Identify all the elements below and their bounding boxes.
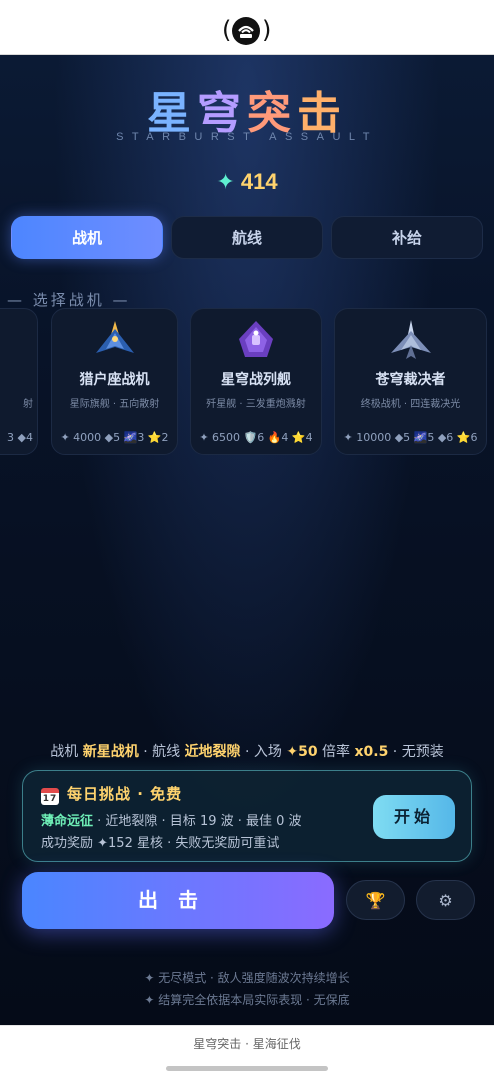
daily-challenge-title: 17 每日挑战 · 免费: [41, 785, 183, 805]
daily-challenge-details: 薄命远征 · 近地裂隙 · 目标 19 波 · 最佳 0 波: [41, 814, 302, 829]
currency-display: ✦ 414: [0, 169, 494, 195]
calendar-icon: 17: [41, 788, 59, 805]
tab-ships[interactable]: 战机: [11, 216, 163, 259]
ship-stats: ✦ 4000 ◆5 🌌3 ⭐2: [60, 431, 169, 444]
star-core-icon: ✦: [216, 169, 235, 195]
ship-battleship-icon: [235, 319, 277, 361]
ship-name: 苍穹裁决者: [375, 372, 446, 388]
section-label: — 选择战机 —: [7, 291, 131, 309]
ship-arbiter-icon: [390, 319, 432, 361]
game-subtitle: STARBURST ASSAULT: [116, 131, 378, 143]
footnote: ✦ 结算完全依据本局实际表现 · 无保底: [144, 993, 350, 1007]
home-indicator[interactable]: [166, 1066, 328, 1071]
ship-card-arbiter[interactable]: 苍穹裁决者 终极战机 · 四连裁决光 ✦ 10000 ◆5 🌌5 ◆6 ⭐6: [334, 308, 487, 455]
tab-supplies[interactable]: 补给: [331, 216, 483, 259]
daily-start-button[interactable]: 开始: [373, 795, 455, 839]
ship-card-battleship[interactable]: 星穹战列舰 歼星舰 · 三发重炮溅射 ✦ 6500 🛡️6 🔥4 ⭐4: [190, 308, 322, 455]
settings-gear-icon[interactable]: ⚙: [416, 880, 475, 920]
bottom-bar: 星穹突击 · 星海征伐: [0, 1025, 494, 1080]
ship-desc: 星际旗舰 · 五向散射: [69, 399, 160, 410]
launch-button[interactable]: 出击: [22, 872, 334, 929]
footnote: ✦ 无尽模式 · 敌人强度随波次持续增长: [144, 971, 350, 985]
daily-challenge-reward: 成功奖励 ✦152 星核 · 失败无奖励可重试: [41, 836, 280, 851]
trophy-icon[interactable]: 🏆: [346, 880, 405, 920]
ship-stats: ✦ 6500 🛡️6 🔥4 ⭐4: [199, 431, 313, 444]
daily-challenge-panel: 17 每日挑战 · 免费 薄命远征 · 近地裂隙 · 目标 19 波 · 最佳 0…: [22, 770, 472, 862]
tab-bar: 战机 航线 补给: [11, 216, 483, 259]
top-status-bar: ( ): [0, 0, 494, 55]
ship-name: 星穹战列舰: [221, 372, 291, 388]
tab-routes[interactable]: 航线: [171, 216, 323, 259]
ship-card-partial[interactable]: 射 3 ◆4: [0, 308, 38, 455]
ship-name: 猎户座战机: [79, 372, 150, 388]
bottom-caption: 星穹突击 · 星海征伐: [193, 1037, 301, 1051]
ship-stats: ✦ 10000 ◆5 🌌5 ◆6 ⭐6: [343, 431, 478, 444]
loadout-summary: 战机 新星战机 · 航线 近地裂隙 · 入场 ✦50 倍率 x0.5 · 无预装: [50, 744, 444, 760]
ship-desc: 歼星舰 · 三发重炮溅射: [206, 399, 306, 410]
ship-carousel[interactable]: 射 3 ◆4 猎户座战机 星际旗舰 · 五向散射 ✦ 4000 ◆5 🌌3 ⭐2: [0, 308, 494, 455]
ship-desc: 终极战机 · 四连裁决光: [360, 399, 461, 410]
currency-value: 414: [240, 169, 278, 194]
game-screen: 星穹突击 STARBURST ASSAULT ✦ 414 战机 航线 补给 — 选…: [0, 55, 494, 1025]
ship-fighter-icon: [94, 319, 136, 361]
live-indicator-icon: ( ): [222, 16, 272, 45]
ship-card-orion[interactable]: 猎户座战机 星际旗舰 · 五向散射 ✦ 4000 ◆5 🌌3 ⭐2: [51, 308, 178, 455]
